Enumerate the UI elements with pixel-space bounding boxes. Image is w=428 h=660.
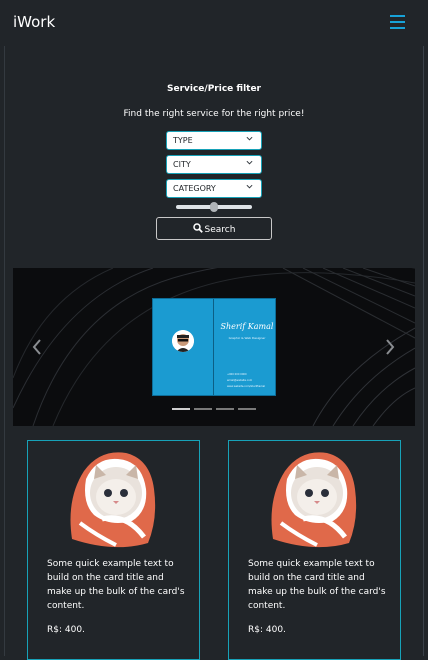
brand-logo[interactable]: iWork [13, 13, 55, 31]
city-select[interactable]: CITY [166, 155, 262, 174]
chevron-down-icon [246, 184, 253, 189]
carousel-indicator[interactable] [194, 408, 212, 410]
service-card: Some quick example text to build on the … [27, 440, 200, 660]
card-email: email@website.com [227, 379, 253, 382]
carousel-prev-icon[interactable] [31, 338, 43, 356]
card-phone: +000 000 0000 [227, 373, 247, 376]
city-select-value: CITY [173, 160, 191, 169]
navbar: iWork [0, 0, 428, 46]
card-text: Some quick example text to build on the … [248, 559, 386, 611]
card-website: www.website.com/sherifkamal [227, 385, 265, 388]
carousel-indicator[interactable] [172, 408, 190, 410]
cat-blanket-image [70, 452, 156, 548]
business-card-image: Sherif Kamal Graphic & Web Designer +000… [152, 298, 276, 396]
card-text: Some quick example text to build on the … [47, 559, 185, 611]
card-name: Sherif Kamal [220, 322, 274, 331]
carousel: Sherif Kamal Graphic & Web Designer +000… [13, 268, 415, 426]
category-select[interactable]: CATEGORY [166, 179, 262, 198]
filter-subtitle: Find the right service for the right pri… [123, 109, 305, 119]
carousel-next-icon[interactable] [384, 338, 396, 356]
type-select-value: TYPE [173, 136, 193, 145]
service-card: Some quick example text to build on the … [228, 440, 401, 660]
chevron-down-icon [246, 160, 253, 165]
carousel-indicator[interactable] [216, 408, 234, 410]
card-fold [213, 299, 214, 395]
card-price: R$: 400. [248, 625, 286, 635]
search-button[interactable]: Search [156, 217, 272, 240]
category-select-value: CATEGORY [173, 184, 216, 193]
filter-title: Service/Price filter [167, 84, 261, 94]
menu-toggle-icon[interactable] [390, 15, 405, 29]
chevron-down-icon [246, 136, 253, 141]
card-role: Graphic & Web Designer [228, 336, 266, 340]
type-select[interactable]: TYPE [166, 131, 262, 150]
price-range-slider[interactable] [176, 202, 252, 212]
slider-thumb[interactable] [210, 202, 218, 212]
search-icon [192, 223, 203, 233]
cat-blanket-image [271, 452, 357, 548]
carousel-indicators [172, 408, 256, 412]
search-button-label: Search [204, 225, 236, 235]
card-price: R$: 400. [47, 625, 85, 635]
carousel-indicator[interactable] [238, 408, 256, 410]
avatar [172, 330, 194, 352]
